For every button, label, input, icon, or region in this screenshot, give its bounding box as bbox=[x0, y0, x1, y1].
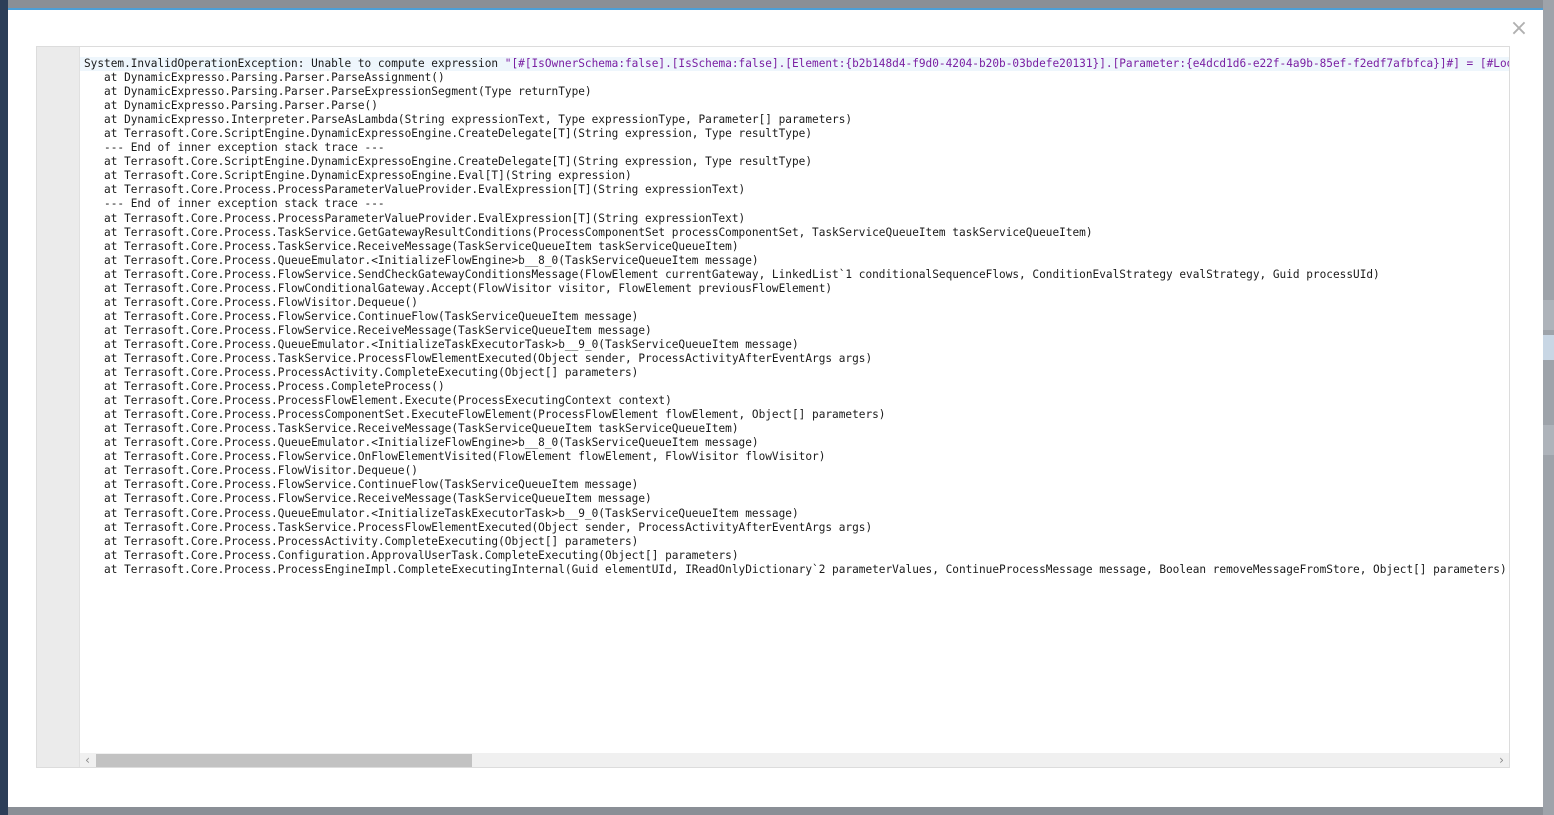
exception-message: System.InvalidOperationException: Unable… bbox=[84, 57, 505, 70]
error-details-dialog: × System.InvalidOperationException: Unab… bbox=[8, 8, 1543, 807]
stack-trace-line: at Terrasoft.Core.Process.QueueEmulator.… bbox=[84, 436, 759, 450]
scroll-left-icon[interactable]: ‹ bbox=[80, 753, 95, 767]
stack-trace-line: at Terrasoft.Core.Process.ProcessActivit… bbox=[84, 534, 639, 548]
stack-trace-line: --- End of inner exception stack trace -… bbox=[84, 141, 385, 155]
stack-trace-line: at Terrasoft.Core.Process.Configuration.… bbox=[84, 548, 739, 562]
stack-trace-line: at Terrasoft.Core.ScriptEngine.DynamicEx… bbox=[84, 155, 813, 169]
close-icon[interactable]: × bbox=[1509, 18, 1529, 40]
stack-trace-line: at Terrasoft.Core.Process.FlowService.Co… bbox=[84, 478, 639, 492]
stack-trace-line: at Terrasoft.Core.Process.ProcessCompone… bbox=[84, 408, 886, 422]
stack-trace-line: at DynamicExpresso.Parsing.Parser.ParseA… bbox=[84, 71, 445, 85]
code-viewport[interactable]: System.InvalidOperationException: Unable… bbox=[80, 47, 1509, 751]
stack-trace-line: --- End of inner exception stack trace -… bbox=[84, 197, 385, 211]
stack-trace-text[interactable]: System.InvalidOperationException: Unable… bbox=[84, 57, 1509, 577]
line-gutter bbox=[37, 47, 80, 767]
stack-trace-line: at Terrasoft.Core.Process.ProcessParamet… bbox=[84, 211, 746, 225]
stack-trace-line: at Terrasoft.Core.Process.FlowService.On… bbox=[84, 450, 826, 464]
stack-trace-line: at DynamicExpresso.Parsing.Parser.ParseE… bbox=[84, 85, 592, 99]
stack-trace-line: at Terrasoft.Core.Process.FlowService.Se… bbox=[84, 267, 1380, 281]
stack-trace-line: at Terrasoft.Core.Process.ProcessActivit… bbox=[84, 366, 639, 380]
stack-trace-line: at Terrasoft.Core.ScriptEngine.DynamicEx… bbox=[84, 169, 632, 183]
code-line-first: System.InvalidOperationException: Unable… bbox=[84, 57, 1509, 71]
stack-trace-line: at Terrasoft.Core.Process.FlowService.Re… bbox=[84, 492, 652, 506]
stack-trace-line: at Terrasoft.Core.Process.FlowVisitor.De… bbox=[84, 464, 418, 478]
stack-trace-line: at Terrasoft.Core.Process.QueueEmulator.… bbox=[84, 506, 799, 520]
stack-trace-line: at Terrasoft.Core.Process.Process.Comple… bbox=[84, 380, 445, 394]
stack-trace-line: at Terrasoft.Core.Process.TaskService.Pr… bbox=[84, 520, 873, 534]
stack-trace-line: at Terrasoft.Core.Process.TaskService.Ge… bbox=[84, 225, 1093, 239]
stack-trace-line: at Terrasoft.Core.Process.FlowVisitor.De… bbox=[84, 295, 418, 309]
stack-trace-line: at Terrasoft.Core.Process.ProcessParamet… bbox=[84, 183, 746, 197]
stack-trace-line: at Terrasoft.Core.Process.QueueEmulator.… bbox=[84, 337, 799, 351]
stack-trace-line: at Terrasoft.Core.ScriptEngine.DynamicEx… bbox=[84, 127, 813, 141]
stack-trace-line: at DynamicExpresso.Parsing.Parser.Parse(… bbox=[84, 99, 378, 113]
stack-trace-line: at Terrasoft.Core.Process.FlowConditiona… bbox=[84, 281, 833, 295]
stack-trace-line: at Terrasoft.Core.Process.QueueEmulator.… bbox=[84, 253, 759, 267]
horizontal-scrollbar[interactable]: ‹ › bbox=[80, 753, 1509, 767]
stack-trace-line: at Terrasoft.Core.Process.TaskService.Re… bbox=[84, 422, 739, 436]
stack-trace-line: at Terrasoft.Core.Process.ProcessEngineI… bbox=[84, 562, 1507, 576]
scrollbar-thumb[interactable] bbox=[96, 754, 472, 767]
expression-string: "[#[IsOwnerSchema:false].[IsSchema:false… bbox=[504, 57, 1509, 70]
stack-trace-editor[interactable]: System.InvalidOperationException: Unable… bbox=[36, 46, 1510, 768]
app-content-backdrop bbox=[1543, 0, 1554, 815]
stack-trace-line: at Terrasoft.Core.Process.ProcessFlowEle… bbox=[84, 394, 672, 408]
stack-trace-line: at Terrasoft.Core.Process.TaskService.Pr… bbox=[84, 351, 873, 365]
stack-trace-line: at DynamicExpresso.Interpreter.ParseAsLa… bbox=[84, 113, 853, 127]
scroll-right-icon[interactable]: › bbox=[1494, 753, 1509, 767]
stack-trace-line: at Terrasoft.Core.Process.FlowService.Co… bbox=[84, 309, 639, 323]
app-sidebar-backdrop bbox=[0, 0, 8, 815]
stack-trace-line: at Terrasoft.Core.Process.TaskService.Re… bbox=[84, 239, 739, 253]
stack-trace-line: at Terrasoft.Core.Process.FlowService.Re… bbox=[84, 323, 652, 337]
